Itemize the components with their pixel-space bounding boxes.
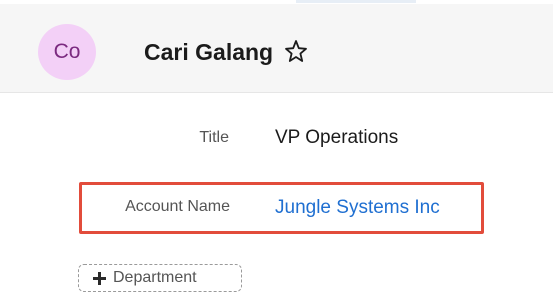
star-outline-icon[interactable] [284,38,308,64]
top-accent-bar [296,0,416,3]
field-title: Title VP Operations [0,124,553,154]
field-label-title: Title [199,129,229,146]
add-department-label: Department [113,269,197,286]
record-view: Co Cari Galang Title VP Operations Accou… [0,0,553,298]
field-label-account-name: Account Name [125,198,230,215]
plus-icon [93,272,106,285]
field-value-title[interactable]: VP Operations [275,127,398,149]
add-department-button[interactable]: Department [78,264,242,292]
avatar: Co [38,24,96,80]
field-account-name: Account Name Jungle Systems Inc [0,195,553,225]
record-header: Co Cari Galang [0,4,553,93]
record-name: Cari Galang [144,39,274,65]
account-name-link[interactable]: Jungle Systems Inc [275,197,440,219]
